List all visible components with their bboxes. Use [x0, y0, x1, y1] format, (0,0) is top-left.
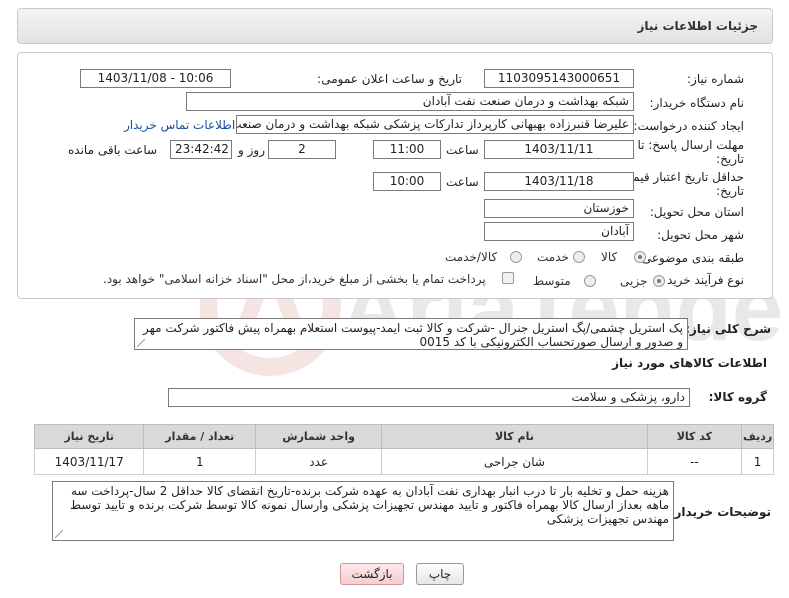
response-time-field: 11:00: [373, 140, 441, 159]
category-radio-goods-service[interactable]: [510, 251, 522, 263]
remaining-label: ساعت باقی مانده: [68, 143, 158, 157]
price-validity-label-date: تاریخ:: [716, 184, 744, 198]
purchase-option-medium: متوسط: [533, 274, 571, 288]
table-row: 1 -- شان جراحی عدد 1 1403/11/17: [33, 448, 774, 475]
cell-goods-name: شان جراحی: [381, 448, 648, 475]
category-radio-service[interactable]: [573, 251, 585, 263]
col-unit: واحد شمارش: [255, 424, 383, 449]
cell-goods-code: --: [646, 448, 743, 475]
resize-handle-icon[interactable]: [55, 530, 63, 538]
treasury-checkbox[interactable]: [502, 272, 514, 284]
goods-table: ردیف کد کالا نام کالا واحد شمارش تعداد /…: [33, 424, 774, 475]
category-option-goods-service: کالا/خدمت: [445, 250, 498, 264]
cell-unit: عدد: [255, 448, 383, 475]
price-validity-date-field: 1403/11/18: [484, 172, 634, 191]
buyer-notes-text: هزینه حمل و تخلیه بار تا درب انبار بهدار…: [69, 484, 669, 526]
summary-label: شرح کلی نیاز:: [685, 322, 771, 336]
purchase-radio-medium[interactable]: [584, 275, 596, 287]
goods-info-title: اطلاعات کالاهای مورد نیاز: [612, 356, 767, 370]
need-number-field: 1103095143000651: [484, 69, 634, 88]
response-time-label: ساعت: [446, 143, 479, 157]
response-days-field: 2: [268, 140, 336, 159]
resize-handle-icon[interactable]: [137, 339, 145, 347]
summary-textarea: پک استریل چشمی/پگ استریل جنرال -شرکت و ک…: [134, 318, 688, 350]
province-label: استان محل تحویل:: [649, 205, 744, 219]
buyer-notes-textarea: هزینه حمل و تخلیه بار تا درب انبار بهدار…: [52, 481, 674, 541]
category-option-service: خدمت: [537, 250, 569, 264]
goods-group-label: گروه کالا:: [708, 390, 767, 404]
print-button[interactable]: چاپ: [416, 563, 464, 585]
price-validity-time-field: 10:00: [373, 172, 441, 191]
buyer-notes-label: توضیحات خریدار:: [669, 505, 771, 519]
cell-row-number: 1: [741, 448, 774, 475]
page-title: جزئیات اطلاعات نیاز: [637, 19, 758, 33]
header-bar: جزئیات اطلاعات نیاز: [17, 8, 773, 44]
response-deadline-label: مهلت ارسال پاسخ: تا: [637, 138, 744, 152]
category-option-goods: کالا: [601, 250, 618, 264]
response-date-field: 1403/11/11: [484, 140, 634, 159]
purchase-radio-minor[interactable]: [653, 275, 665, 287]
need-number-label: شماره نیاز:: [687, 72, 744, 86]
summary-text: پک استریل چشمی/پگ استریل جنرال -شرکت و ک…: [143, 321, 683, 349]
city-label: شهر محل تحویل:: [657, 228, 744, 242]
days-label: روز و: [238, 143, 265, 157]
goods-group-field: دارو، پزشکی و سلامت: [168, 388, 690, 407]
remaining-time-field: 23:42:42: [170, 140, 232, 159]
back-button[interactable]: بازگشت: [340, 563, 404, 585]
col-quantity: تعداد / مقدار: [143, 424, 257, 449]
col-row-number: ردیف: [741, 424, 774, 449]
announce-datetime-label: تاریخ و ساعت اعلان عمومی:: [317, 72, 462, 86]
col-need-date: تاریخ نیاز: [33, 424, 145, 449]
response-deadline-label-date: تاریخ:: [716, 152, 744, 166]
cell-quantity: 1: [143, 448, 257, 475]
requester-label: ایجاد کننده درخواست:: [633, 119, 744, 133]
requester-field: علیرضا قنبرزاده بهبهانی کارپرداز تدارکات…: [236, 115, 634, 134]
treasury-checkbox-label: پرداخت تمام یا بخشی از مبلغ خرید،از محل …: [103, 272, 486, 286]
buyer-org-label: نام دستگاه خریدار:: [649, 96, 745, 110]
buyer-org-field: شبکه بهداشت و درمان صنعت نفت آبادان: [186, 92, 634, 111]
city-field: آبادان: [484, 222, 634, 241]
category-radio-goods[interactable]: [634, 251, 646, 263]
purchase-option-minor: جزیی: [620, 274, 648, 288]
announce-datetime-field: 1403/11/08 - 10:06: [80, 69, 231, 88]
buyer-contact-link[interactable]: اطلاعات تماس خریدار: [124, 118, 235, 132]
col-goods-code: کد کالا: [646, 424, 743, 449]
province-field: خوزستان: [484, 199, 634, 218]
purchase-type-label: نوع فرآیند خرید :: [659, 273, 744, 287]
price-validity-time-label: ساعت: [446, 175, 479, 189]
col-goods-name: نام کالا: [381, 424, 648, 449]
cell-need-date: 1403/11/17: [33, 448, 145, 475]
table-header-row: ردیف کد کالا نام کالا واحد شمارش تعداد /…: [33, 424, 774, 449]
category-label: طبقه بندی موضوعی:: [637, 251, 744, 265]
